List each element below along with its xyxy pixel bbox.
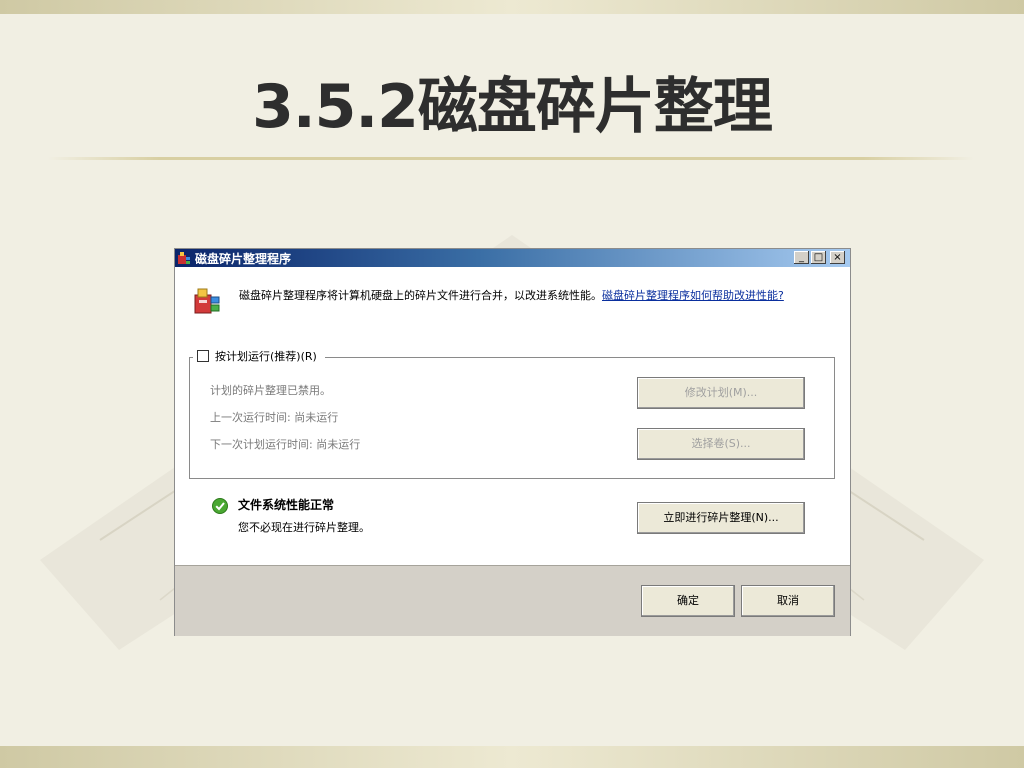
dialog-title: 磁盘碎片整理程序 [195, 252, 292, 266]
help-link[interactable]: 磁盘碎片整理程序如何帮助改进性能? [602, 289, 784, 302]
defrag-now-button[interactable]: 立即进行碎片整理(N)... [637, 502, 805, 534]
defrag-app-icon [178, 252, 190, 264]
defrag-app-icon [194, 288, 220, 314]
filesystem-status-title: 文件系统性能正常 [238, 498, 335, 512]
check-circle-icon [212, 498, 228, 514]
schedule-checkbox-row[interactable]: 按计划运行(推荐)(R) [193, 349, 325, 365]
next-run-text: 下一次计划运行时间: 尚未运行 [210, 438, 361, 451]
schedule-checkbox[interactable] [197, 350, 209, 362]
intro-description: 磁盘碎片整理程序将计算机硬盘上的碎片文件进行合并，以改进系统性能。磁盘碎片整理程… [239, 287, 835, 304]
dialog-titlebar[interactable]: 磁盘碎片整理程序 _ □ × [175, 249, 850, 267]
defrag-dialog: 磁盘碎片整理程序 _ □ × 磁盘碎片整理程序将计算机硬盘上的碎片文件进行合并，… [175, 249, 850, 636]
bottom-decor-band [0, 746, 1024, 768]
ok-button[interactable]: 确定 [641, 585, 735, 617]
select-volumes-button[interactable]: 选择卷(S)... [637, 428, 805, 460]
slide-title: 3.5.2磁盘碎片整理 [252, 72, 773, 142]
intro-text: 磁盘碎片整理程序将计算机硬盘上的碎片文件进行合并，以改进系统性能。 [239, 289, 602, 302]
minimize-button[interactable]: _ [794, 251, 809, 264]
dialog-footer: 确定 取消 [175, 565, 850, 636]
title-divider [48, 157, 974, 160]
cancel-button[interactable]: 取消 [741, 585, 835, 617]
close-button[interactable]: × [830, 251, 845, 264]
last-run-text: 上一次运行时间: 尚未运行 [210, 411, 339, 424]
filesystem-status-subtitle: 您不必现在进行碎片整理。 [238, 521, 370, 534]
schedule-status-text: 计划的碎片整理已禁用。 [210, 384, 331, 397]
maximize-button[interactable]: □ [811, 251, 826, 264]
schedule-checkbox-label: 按计划运行(推荐)(R) [215, 350, 317, 363]
modify-schedule-button[interactable]: 修改计划(M)... [637, 377, 805, 409]
